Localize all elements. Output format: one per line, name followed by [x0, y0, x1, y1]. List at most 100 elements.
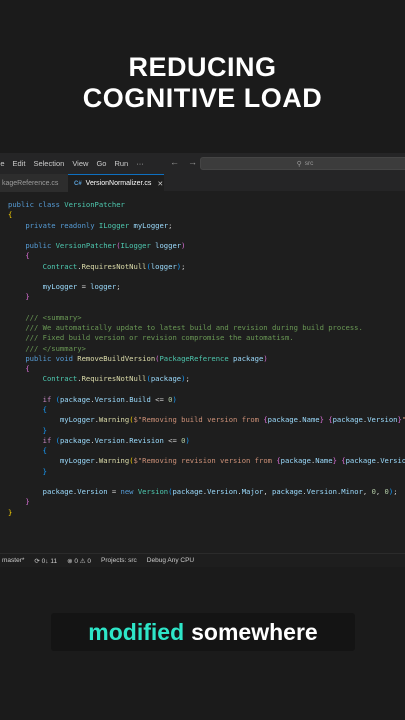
code-token: Version	[77, 487, 108, 496]
code-token: }	[42, 466, 47, 476]
code-area[interactable]: public class VersionPatcher{ private rea…	[0, 200, 405, 550]
code-token: Warning	[98, 456, 130, 466]
code-token: Contract	[42, 374, 78, 384]
code-token: RequiresNotNull	[81, 374, 147, 384]
code-editor-window: ile Edit Selection View Go Run ··· ← → ⚲…	[0, 153, 405, 567]
code-token: VersionPatcher	[64, 200, 125, 209]
code-token: package	[332, 415, 363, 425]
status-problems[interactable]: ⊗ 0 ⚠ 0	[67, 557, 91, 565]
code-token: Major	[241, 487, 264, 496]
code-line: public void RemoveBuildVersion(PackageRe…	[8, 353, 267, 364]
code-token: if	[42, 435, 56, 445]
headline-line-2: COGNITIVE LOAD	[82, 83, 323, 113]
csharp-file-icon: C#	[74, 180, 82, 187]
status-sync[interactable]: ⟳ 0↓ 11	[34, 557, 57, 565]
menu-run[interactable]: Run	[114, 159, 128, 168]
close-icon[interactable]: ✕	[157, 180, 163, 188]
code-token: $"Removing build version from	[133, 415, 264, 425]
code-token: /// We automatically update to latest bu…	[25, 323, 363, 332]
code-token: myLogger	[59, 415, 95, 425]
code-token: private	[25, 220, 60, 230]
code-line: if (package.Version.Revision <= 0)	[8, 436, 190, 446]
code-token: ILogger	[98, 220, 134, 230]
code-token: )	[181, 241, 186, 250]
back-arrow-icon[interactable]: ←	[170, 157, 179, 167]
code-token: class	[38, 200, 65, 209]
tab-label: kageReference.cs	[2, 179, 59, 187]
status-bar: master* ⟳ 0↓ 11 ⊗ 0 ⚠ 0 Projects: src De…	[0, 553, 405, 567]
tab-version-normalizer[interactable]: C# VersionNormalizer.cs ✕	[68, 174, 164, 192]
code-token: RemoveBuildVersion	[77, 353, 156, 363]
menu-bar: ile Edit Selection View Go Run ··· ← → ⚲…	[0, 153, 405, 174]
menu-view[interactable]: View	[72, 159, 88, 168]
headline-line-1: REDUCING	[128, 52, 277, 82]
code-token: Version	[207, 487, 238, 496]
code-token: $"Removing revision version from	[133, 456, 277, 466]
code-token: package	[272, 487, 303, 496]
code-line: /// </summary>	[8, 344, 86, 354]
code-line: }	[8, 497, 29, 507]
status-branch[interactable]: master*	[2, 557, 24, 564]
code-token: Version	[306, 487, 337, 496]
code-token: ,	[362, 487, 372, 496]
menu-more[interactable]: ···	[136, 159, 144, 168]
code-token: Version	[380, 456, 405, 466]
command-search-box[interactable]: ⚲ src	[200, 157, 405, 170]
code-line: package.Version = new Version(package.Ve…	[8, 487, 398, 497]
code-line: }	[8, 292, 29, 302]
code-token: /// </summary>	[25, 343, 86, 353]
code-token: package	[42, 487, 73, 496]
code-line: {	[8, 446, 47, 456]
status-projects[interactable]: Projects: src	[101, 557, 137, 564]
code-token: ILogger	[120, 241, 156, 250]
code-line: {	[8, 364, 30, 374]
subtitle-caption: modified somewhere	[51, 613, 355, 651]
code-token: ;	[181, 261, 186, 271]
code-token: package	[172, 487, 203, 496]
code-token: ;	[116, 282, 121, 291]
code-token: Warning	[98, 415, 130, 425]
code-token: Name	[302, 415, 320, 425]
status-config[interactable]: Debug Any CPU	[147, 557, 194, 564]
caption-rest-text: somewhere	[191, 618, 318, 645]
video-headline: REDUCING COGNITIVE LOAD	[0, 52, 405, 114]
code-token: )	[172, 394, 177, 404]
sync-icon: ⟳	[34, 557, 42, 565]
forward-arrow-icon[interactable]: →	[188, 157, 197, 167]
menu-edit[interactable]: Edit	[13, 159, 26, 168]
menu-file[interactable]: ile	[0, 159, 5, 168]
code-token: {	[25, 364, 30, 373]
tab-package-reference[interactable]: kageReference.cs	[0, 174, 68, 192]
code-line: /// Fixed build version or revision comp…	[8, 333, 293, 343]
code-token: Version	[94, 394, 125, 404]
code-token: logger	[150, 261, 177, 271]
menu-selection[interactable]: Selection	[33, 159, 64, 168]
code-line: }	[8, 467, 47, 477]
code-token: void	[55, 353, 78, 363]
caption-highlight-word: modified	[88, 618, 185, 645]
code-line: myLogger = logger;	[8, 282, 121, 292]
code-token: ,	[375, 487, 385, 496]
code-token: Version	[94, 435, 125, 445]
menu-go[interactable]: Go	[96, 159, 106, 168]
code-token: =	[107, 487, 121, 496]
code-token: package	[59, 394, 91, 404]
code-token: package	[233, 353, 264, 363]
status-sync-text: 0↓ 11	[41, 557, 58, 565]
code-token: }	[42, 425, 47, 435]
code-token: /// <summary>	[25, 312, 82, 322]
code-line: Contract.RequiresNotNull(logger);	[8, 261, 186, 272]
